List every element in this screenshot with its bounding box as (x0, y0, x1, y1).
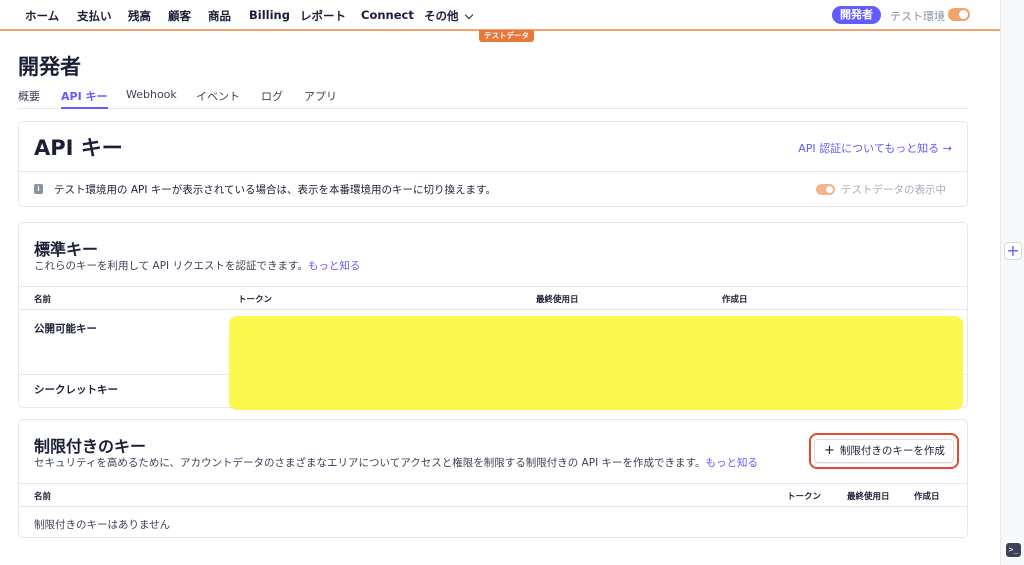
nav-payments[interactable]: 支払い (77, 8, 112, 24)
test-data-tag: テストデータ (479, 30, 534, 42)
tab-bar: 概要 API キー Webhook イベント ログ アプリ (18, 88, 968, 109)
restricted-keys-description: セキュリティを高めるために、アカウントデータのさまざまなエリアについてアクセスと… (34, 455, 758, 470)
test-data-toggle[interactable] (816, 184, 835, 195)
column-header-created: 作成日 (722, 295, 748, 305)
divider (19, 171, 967, 172)
restricted-keys-learn-more-link[interactable]: もっと知る (705, 457, 758, 469)
publishable-key-label: 公開可能キー (34, 323, 97, 335)
standard-keys-card: 標準キー これらのキーを利用して API リクエストを認証できます。もっと知る … (18, 222, 968, 410)
test-data-toggle-label: テストデータの表示中 (841, 184, 946, 196)
tab-api-keys[interactable]: API キー (61, 88, 108, 109)
nav-products[interactable]: 商品 (208, 8, 231, 24)
test-env-label: テスト環境 (890, 10, 945, 23)
tab-apps[interactable]: アプリ (304, 88, 337, 104)
nav-home[interactable]: ホーム (25, 8, 59, 24)
tab-events[interactable]: イベント (196, 88, 240, 104)
info-text: テスト環境用の API キーが表示されている場合は、表示を本番環境用のキーに切り… (54, 184, 496, 196)
nav-connect[interactable]: Connect (361, 8, 414, 22)
redacted-key-values (229, 316, 963, 410)
restricted-keys-description-text: セキュリティを高めるために、アカウントデータのさまざまなエリアについてアクセスと… (34, 457, 706, 469)
standard-keys-learn-more-link[interactable]: もっと知る (308, 260, 361, 272)
column-header-last-used: 最終使用日 (536, 295, 579, 305)
create-restricted-key-label: 制限付きのキーを作成 (839, 445, 945, 457)
api-keys-card: API キー API 認証についてもっと知る → i テスト環境用の API キ… (18, 121, 968, 207)
terminal-icon[interactable]: >_ (1006, 543, 1021, 557)
column-header-token: トークン (238, 295, 273, 305)
tab-logs[interactable]: ログ (261, 88, 283, 104)
nav-balances[interactable]: 残高 (128, 8, 151, 24)
standard-keys-description-text: これらのキーを利用して API リクエストを認証できます。 (34, 260, 308, 272)
column-header-name: 名前 (34, 492, 52, 502)
side-panel-strip (1000, 0, 1024, 565)
standard-keys-table-header: 名前 トークン 最終使用日 作成日 (19, 286, 967, 310)
restricted-keys-title: 制限付きのキー (34, 437, 147, 456)
create-restricted-key-button[interactable]: + 制限付きのキーを作成 (814, 439, 954, 463)
no-restricted-keys-message: 制限付きのキーはありません (34, 519, 171, 531)
secret-key-label: シークレットキー (34, 384, 118, 396)
standard-keys-description: これらのキーを利用して API リクエストを認証できます。もっと知る (34, 258, 360, 273)
api-keys-title: API キー (34, 136, 123, 160)
chevron-down-icon (464, 10, 473, 20)
column-header-last-used: 最終使用日 (847, 492, 890, 502)
developer-badge[interactable]: 開発者 (832, 6, 881, 24)
restricted-keys-card: 制限付きのキー セキュリティを高めるために、アカウントデータのさまざまなエリアに… (18, 419, 968, 538)
column-header-created: 作成日 (914, 492, 940, 502)
column-header-name: 名前 (34, 295, 52, 305)
test-env-toggle[interactable] (948, 8, 970, 21)
column-header-token: トークン (787, 492, 822, 502)
nav-reports[interactable]: レポート (300, 8, 346, 24)
plus-icon[interactable]: + (1004, 242, 1022, 260)
nav-customers[interactable]: 顧客 (168, 8, 191, 24)
api-auth-learn-link[interactable]: API 認証についてもっと知る → (798, 140, 952, 156)
standard-keys-title: 標準キー (34, 240, 99, 259)
page-title: 開発者 (18, 55, 81, 79)
restricted-keys-table-header: 名前 トークン 最終使用日 作成日 (19, 483, 967, 507)
nav-more[interactable]: その他 (424, 8, 473, 24)
nav-billing[interactable]: Billing (249, 8, 290, 22)
tab-overview[interactable]: 概要 (18, 88, 40, 104)
nav-more-label: その他 (424, 9, 459, 23)
plus-icon: + (824, 443, 835, 458)
tab-webhook[interactable]: Webhook (126, 88, 177, 101)
info-icon: i (34, 184, 43, 194)
